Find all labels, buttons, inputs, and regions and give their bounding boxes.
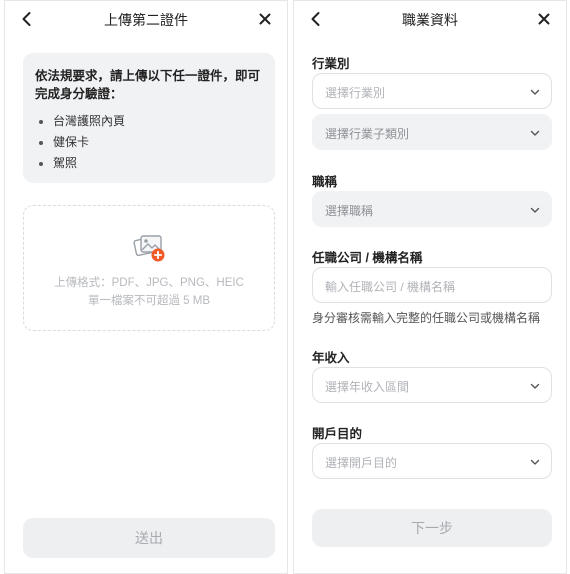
file-upload-area[interactable]: 上傳格式：PDF、JPG、PNG、HEIC 單一檔案不可超過 5 MB — [23, 205, 275, 331]
job-title-placeholder: 選擇職稱 — [325, 204, 374, 218]
bullet-icon — [39, 161, 43, 166]
account-purpose-select[interactable]: 選擇開戶目的 — [312, 443, 552, 479]
chevron-down-icon — [530, 459, 540, 465]
industry-placeholder: 選擇行業別 — [325, 86, 386, 100]
bullet-icon — [39, 140, 43, 145]
account-purpose-label: 開戶目的 — [312, 427, 363, 441]
upload-size-limit-text: 單一檔案不可超過 5 MB — [87, 295, 211, 307]
job-title-select[interactable]: 選擇職稱 — [312, 191, 552, 227]
chevron-down-icon — [530, 89, 540, 95]
header: 上傳第二證件 — [5, 1, 287, 37]
submit-button[interactable]: 送出 — [23, 518, 275, 558]
next-step-button[interactable]: 下一步 — [312, 509, 552, 547]
upload-second-id-screen: 上傳第二證件 依法規要求，請上傳以下任一證件，即可完成身分驗證： 台灣護照內頁 … — [4, 0, 288, 574]
list-item: 健保卡 — [35, 132, 263, 153]
bullet-icon — [39, 119, 43, 124]
page-title: 上傳第二證件 — [104, 12, 188, 28]
upload-format-text: 上傳格式：PDF、JPG、PNG、HEIC — [54, 277, 244, 289]
company-label: 任職公司 / 機構名稱 — [312, 251, 423, 265]
annual-income-select[interactable]: 選擇年收入區間 — [312, 367, 552, 403]
industry-select[interactable]: 選擇行業別 — [312, 73, 552, 109]
list-item: 駕照 — [35, 153, 263, 174]
annual-income-placeholder: 選擇年收入區間 — [325, 380, 410, 394]
list-item: 台灣護照內頁 — [35, 111, 263, 132]
notice-title: 依法規要求，請上傳以下任一證件，即可完成身分驗證： — [35, 69, 261, 101]
header: 職業資料 — [294, 1, 566, 37]
company-name-placeholder: 輸入任職公司 / 機構名稱 — [325, 280, 456, 294]
occupation-info-screen: 職業資料 行業別 選擇行業別 選擇行業子類別 職稱 選擇職稱 任職公司 / 機構… — [293, 0, 567, 574]
chevron-down-icon — [530, 383, 540, 389]
chevron-down-icon — [530, 207, 540, 213]
chevron-down-icon — [530, 130, 540, 136]
close-icon[interactable] — [255, 9, 275, 29]
industry-subcategory-select[interactable]: 選擇行業子類別 — [312, 114, 552, 150]
industry-label: 行業別 — [312, 57, 350, 71]
job-title-label: 職稱 — [312, 175, 338, 189]
requirement-notice: 依法規要求，請上傳以下任一證件，即可完成身分驗證： 台灣護照內頁 健保卡 駕照 — [23, 53, 275, 183]
annual-income-label: 年收入 — [312, 351, 350, 365]
account-purpose-placeholder: 選擇開戶目的 — [325, 456, 398, 470]
company-name-input[interactable]: 輸入任職公司 / 機構名稱 — [312, 267, 552, 303]
accepted-documents-list: 台灣護照內頁 健保卡 駕照 — [35, 111, 263, 174]
page-title: 職業資料 — [402, 12, 458, 28]
company-helper-text: 身分審核需輸入完整的任職公司或機構名稱 — [312, 311, 541, 325]
image-add-icon — [133, 235, 165, 262]
close-icon[interactable] — [534, 9, 554, 29]
industry-subcategory-placeholder: 選擇行業子類別 — [325, 127, 410, 141]
